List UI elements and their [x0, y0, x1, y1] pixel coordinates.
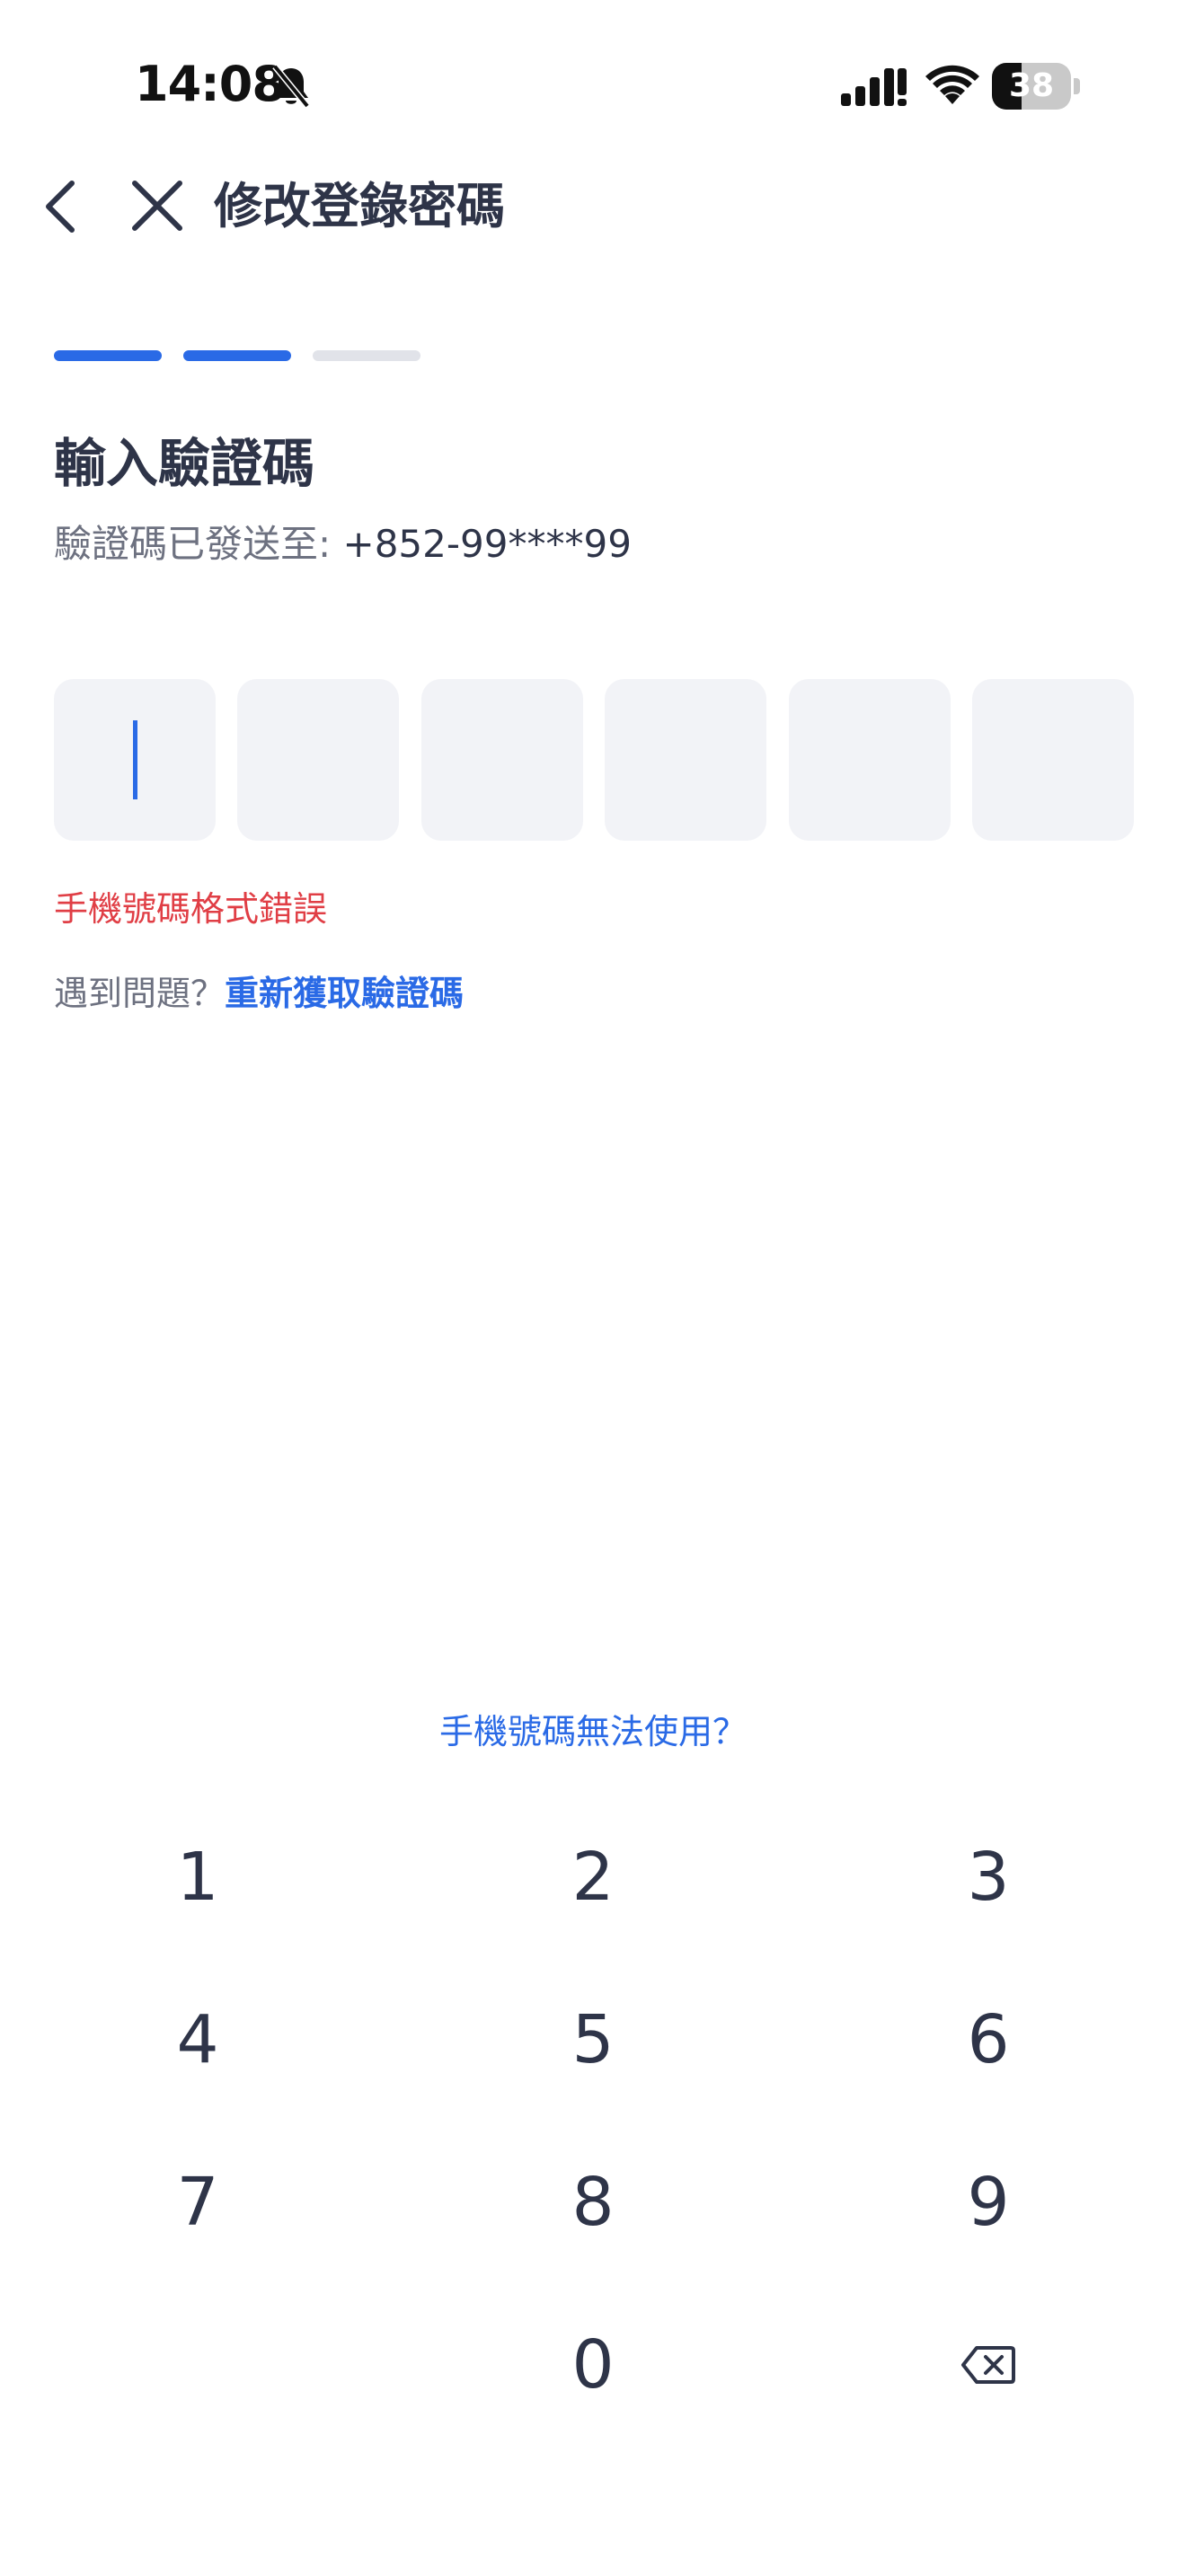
phone-number: +852-99****99 — [342, 522, 632, 566]
key-7[interactable]: 7 — [0, 2122, 395, 2283]
problem-row: 遇到問題？重新獲取驗證碼 — [54, 968, 464, 1019]
code-input-5[interactable] — [788, 679, 951, 841]
code-input-3[interactable] — [420, 679, 583, 841]
error-message: 手機號碼格式錯誤 — [54, 889, 328, 929]
status-bar: 14:08 38 — [0, 0, 1186, 171]
battery-cap — [1074, 78, 1080, 94]
problem-prompt: 遇到問題？ — [54, 974, 226, 1013]
sent-to-label: 驗證碼已發送至: — [54, 522, 343, 566]
wifi-icon — [925, 65, 979, 104]
sent-to-text: 驗證碼已發送至: +852-99****99 — [54, 517, 632, 571]
close-icon[interactable] — [128, 176, 187, 235]
key-3[interactable]: 3 — [791, 1796, 1186, 1958]
phone-unavailable-link[interactable]: 手機號碼無法使用？ — [0, 1707, 1186, 1757]
progress-step-1 — [54, 350, 162, 361]
verification-code-inputs — [54, 679, 1134, 841]
code-input-2[interactable] — [237, 679, 400, 841]
signal-icon — [841, 68, 907, 106]
battery-icon: 38 — [992, 63, 1082, 110]
key-delete[interactable] — [791, 2284, 1186, 2446]
key-4[interactable]: 4 — [0, 1959, 395, 2121]
key-9[interactable]: 9 — [791, 2122, 1186, 2283]
key-0[interactable]: 0 — [395, 2284, 791, 2446]
key-6[interactable]: 6 — [791, 1959, 1186, 2121]
numeric-keypad: 123 456 7890 — [0, 1796, 1186, 2443]
resend-code-link[interactable]: 重新獲取驗證碼 — [225, 974, 464, 1013]
backspace-icon — [961, 2346, 1015, 2384]
code-input-1[interactable] — [54, 679, 216, 841]
key-1[interactable]: 1 — [0, 1796, 395, 1958]
progress-step-2 — [183, 350, 291, 361]
key-5[interactable]: 5 — [395, 1959, 791, 2121]
key-2[interactable]: 2 — [395, 1796, 791, 1958]
code-input-4[interactable] — [605, 679, 767, 841]
battery-level: 38 — [1008, 67, 1055, 104]
key-8[interactable]: 8 — [395, 2122, 791, 2283]
key-empty — [0, 2284, 395, 2446]
step-progress — [54, 350, 431, 361]
bell-slash-icon — [272, 64, 310, 109]
text-cursor — [133, 720, 137, 799]
progress-step-3 — [313, 350, 420, 361]
status-time: 14:08 — [135, 56, 286, 112]
chevron-left-icon[interactable] — [36, 171, 90, 243]
page-title: 修改登錄密碼 — [214, 178, 505, 234]
heading: 輸入驗證碼 — [54, 433, 315, 494]
code-input-6[interactable] — [972, 679, 1134, 841]
battery-body: 38 — [992, 63, 1071, 110]
